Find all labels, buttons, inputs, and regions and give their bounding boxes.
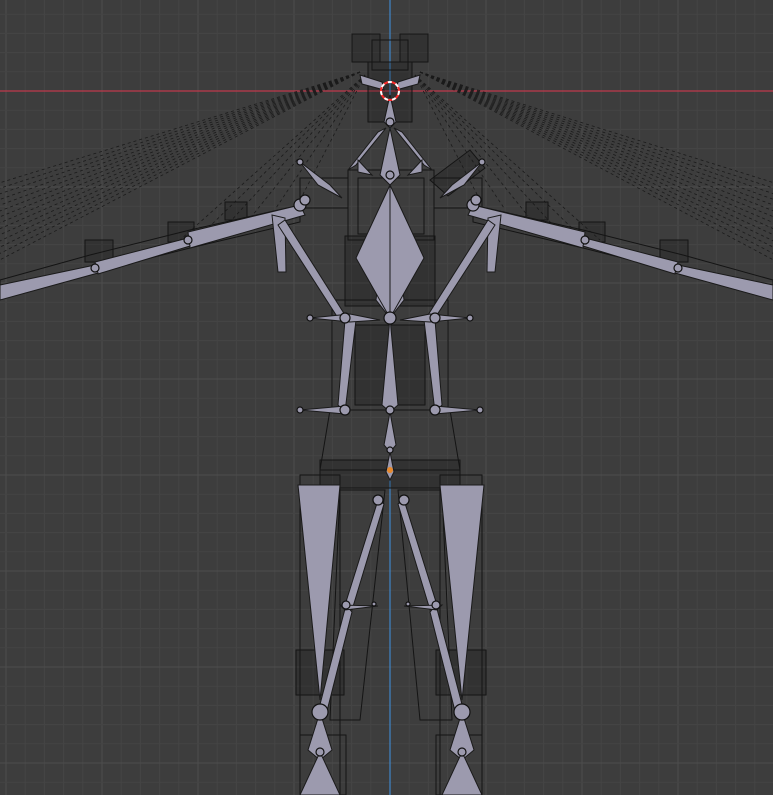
bone-joint — [339, 312, 351, 324]
bone-joint — [385, 405, 395, 415]
bone-joint — [478, 158, 486, 166]
bone-joint — [431, 600, 441, 610]
3d-viewport[interactable] — [0, 0, 773, 795]
bone-joint — [429, 312, 441, 324]
bone-joint — [457, 747, 467, 757]
bone-joint — [429, 404, 441, 416]
bone-joint — [296, 158, 304, 166]
bone-foot-l — [299, 750, 341, 795]
bone-joint — [371, 601, 377, 607]
bone-joint — [306, 314, 314, 322]
bone-joint — [383, 311, 397, 325]
bone-joint — [673, 263, 683, 273]
bone-side-l — [277, 219, 346, 319]
bone-hips — [383, 411, 397, 453]
bone-joint — [580, 235, 590, 245]
bone-joint — [183, 235, 193, 245]
bone-joint — [385, 170, 395, 180]
object-origin[interactable] — [387, 467, 393, 473]
bone-joint — [466, 314, 474, 322]
bone-side-r — [427, 219, 496, 319]
bone-joint — [476, 406, 484, 414]
bone-joint — [470, 194, 482, 206]
bone-joint — [453, 703, 471, 721]
bone-joint — [90, 263, 100, 273]
bone-joint — [299, 194, 311, 206]
bone-joint — [311, 703, 329, 721]
bone-joint — [385, 117, 395, 127]
bone-joint — [296, 406, 304, 414]
bone-joint — [398, 494, 410, 506]
bone-joint — [341, 600, 351, 610]
viewport-canvas[interactable] — [0, 0, 773, 795]
bone-joint — [372, 494, 384, 506]
bone-joint — [386, 446, 394, 454]
bone-joint — [405, 601, 411, 607]
bone-joint — [339, 404, 351, 416]
armature-bones[interactable] — [0, 74, 773, 795]
bone-hip-bar-r — [434, 405, 481, 415]
bone-hip-bar-l — [299, 405, 346, 415]
bone-joint — [315, 747, 325, 757]
